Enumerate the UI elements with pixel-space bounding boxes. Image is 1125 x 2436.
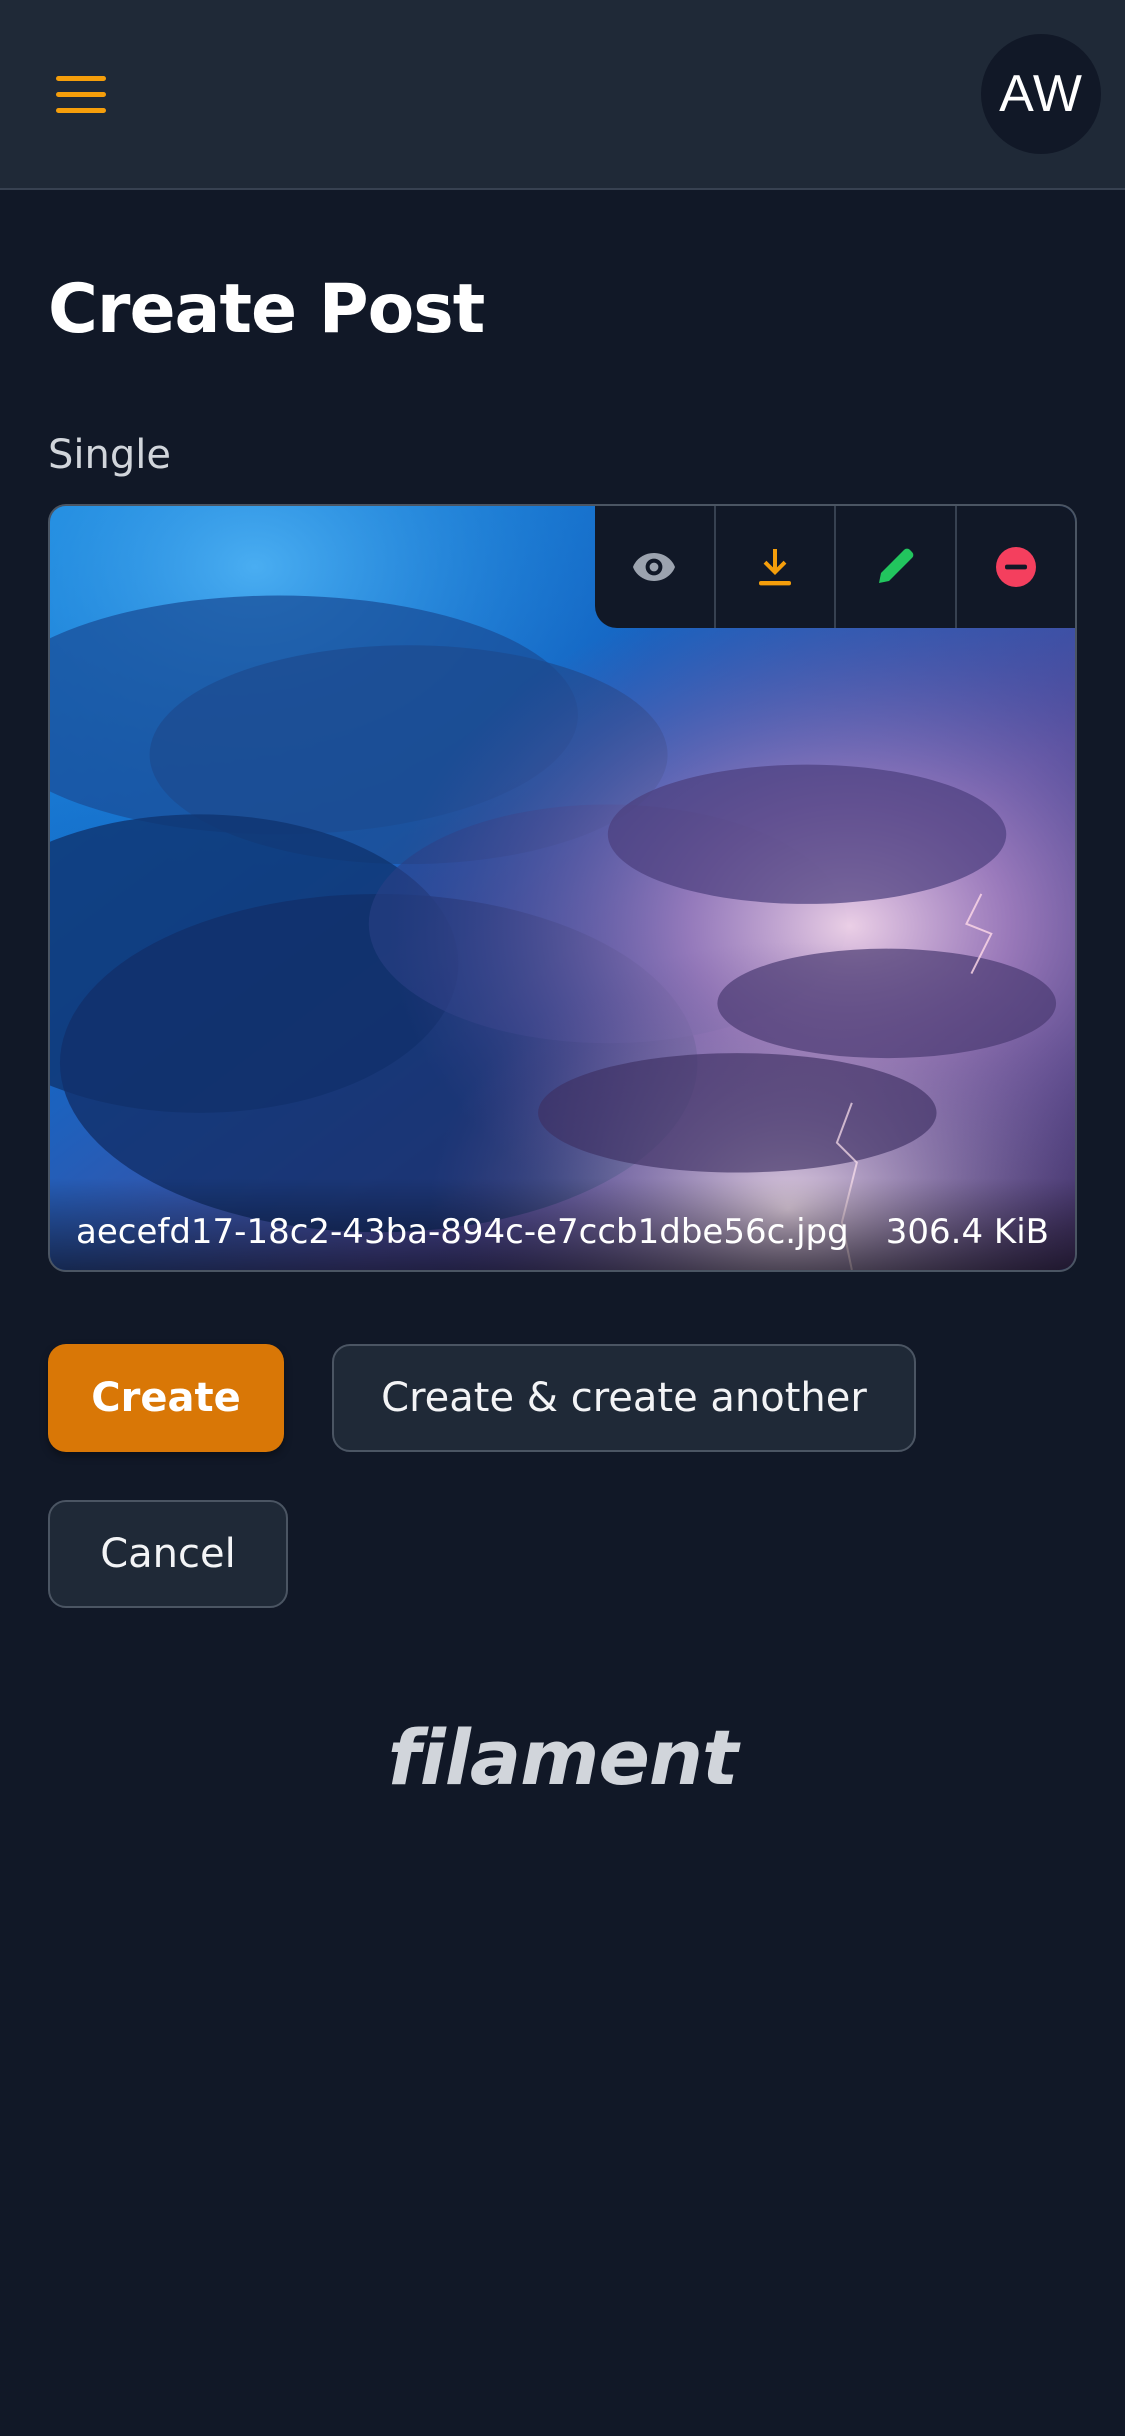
file-info-bar: aecefd17-18c2-43ba-894c-e7ccb1dbe56c.jpg… <box>50 1178 1075 1270</box>
download-icon <box>758 549 791 586</box>
menu-line <box>56 76 106 81</box>
menu-line <box>56 108 106 113</box>
download-button[interactable] <box>713 506 835 628</box>
remove-button[interactable] <box>954 506 1076 628</box>
filament-logo: filament <box>387 1713 739 1802</box>
edit-button[interactable] <box>834 506 955 628</box>
top-bar: AW <box>0 0 1125 190</box>
menu-line <box>56 92 106 97</box>
pencil-icon <box>879 548 914 583</box>
remove-icon <box>995 547 1036 587</box>
file-name: aecefd17-18c2-43ba-894c-e7ccb1dbe56c.jpg <box>76 1212 849 1252</box>
page-title: Create Post <box>48 270 485 349</box>
file-actions-toolbar <box>595 506 1075 628</box>
create-another-button[interactable]: Create & create another <box>332 1344 916 1452</box>
cancel-button[interactable]: Cancel <box>48 1500 288 1608</box>
image-field-label: Single <box>48 432 171 478</box>
hamburger-menu-icon[interactable] <box>52 72 110 118</box>
user-avatar[interactable]: AW <box>981 34 1101 154</box>
file-size: 306.4 KiB <box>885 1212 1049 1252</box>
image-upload-preview[interactable]: aecefd17-18c2-43ba-894c-e7ccb1dbe56c.jpg… <box>48 504 1077 1272</box>
create-button[interactable]: Create <box>48 1344 284 1452</box>
eye-icon <box>633 553 676 581</box>
preview-button[interactable] <box>595 506 714 628</box>
